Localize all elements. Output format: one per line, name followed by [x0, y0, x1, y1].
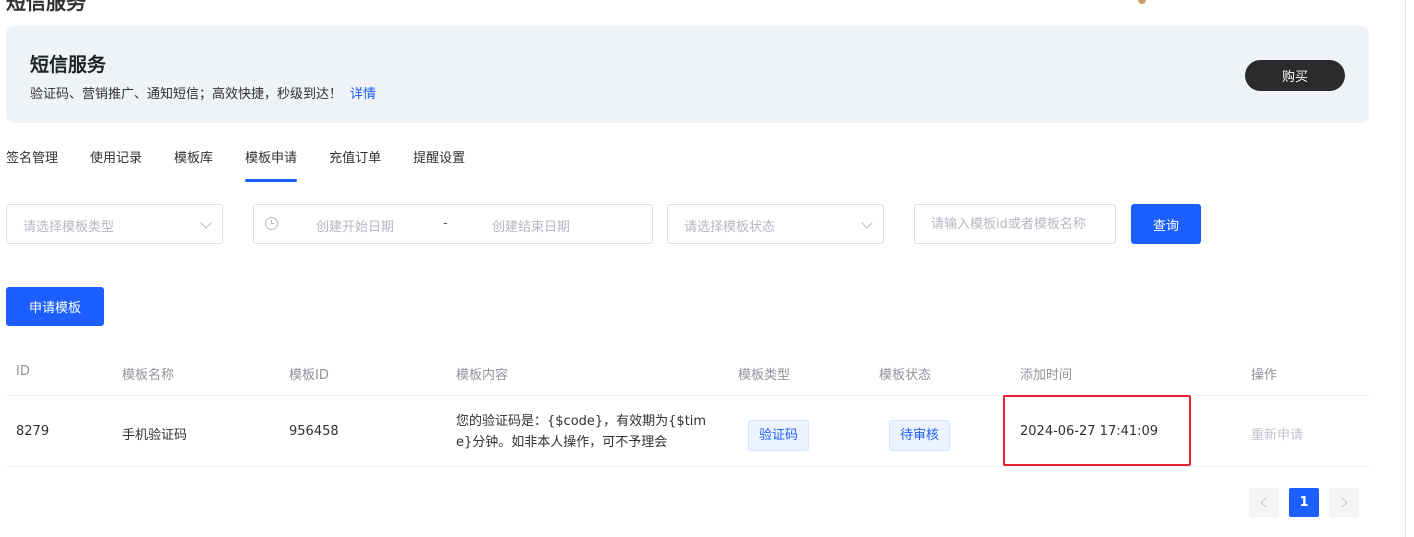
- chevron-down-icon: [200, 217, 212, 229]
- header-template-status: 模板状态: [879, 368, 932, 383]
- chevron-right-icon: [1337, 497, 1348, 508]
- header-added-time: 添加时间: [1020, 368, 1073, 383]
- prev-page-button[interactable]: [1249, 488, 1279, 517]
- template-table: ID 模板名称 模板ID 模板内容 模板类型 模板状态 添加时间 操作 8279…: [6, 350, 1369, 467]
- chevron-left-icon: [1260, 497, 1271, 508]
- details-link[interactable]: 详情: [350, 87, 376, 102]
- end-date-input[interactable]: 创建结束日期: [492, 216, 570, 235]
- header-template-name: 模板名称: [122, 368, 175, 383]
- tab-signature-management[interactable]: 签名管理: [6, 146, 58, 183]
- tab-usage-records[interactable]: 使用记录: [90, 146, 142, 183]
- banner-description: 验证码、营销推广、通知短信；高效快捷，秒级到达！ 详情: [30, 83, 376, 102]
- template-status-badge: 待审核: [889, 420, 951, 451]
- user-avatar-icon[interactable]: [1138, 0, 1146, 4]
- page-title: 短信服务: [6, 0, 86, 14]
- service-banner: 短信服务 验证码、营销推广、通知短信；高效快捷，秒级到达！ 详情 购买: [6, 26, 1369, 123]
- date-separator: -: [443, 216, 448, 231]
- table-header: ID 模板名称 模板ID 模板内容 模板类型 模板状态 添加时间 操作: [6, 350, 1369, 396]
- tab-template-application[interactable]: 模板申请: [245, 146, 298, 183]
- tab-template-library[interactable]: 模板库: [174, 146, 213, 183]
- query-button[interactable]: 查询: [1131, 204, 1201, 244]
- scrollbar-track[interactable]: [1405, 0, 1406, 537]
- apply-template-button[interactable]: 申请模板: [6, 287, 104, 326]
- cell-template-id: 956458: [289, 424, 339, 439]
- tab-bar: 签名管理 使用记录 模板库 模板申请 充值订单 提醒设置: [6, 146, 497, 183]
- cell-template-name: 手机验证码: [122, 428, 188, 443]
- cell-added-time: 2024-06-27 17:41:09: [1020, 424, 1159, 439]
- tab-reminder-settings[interactable]: 提醒设置: [413, 146, 465, 183]
- template-status-placeholder: 请选择模板状态: [684, 220, 776, 235]
- search-input[interactable]: [914, 204, 1116, 244]
- banner-title: 短信服务: [30, 54, 107, 76]
- template-type-badge: 验证码: [748, 420, 810, 451]
- header-template-type: 模板类型: [738, 368, 791, 383]
- header-template-id: 模板ID: [289, 368, 329, 383]
- cell-id: 8279: [16, 424, 50, 439]
- page-number-button[interactable]: 1: [1289, 488, 1319, 517]
- header-actions: 操作: [1251, 368, 1278, 383]
- template-status-select[interactable]: 请选择模板状态: [667, 204, 884, 244]
- buy-button[interactable]: 购买: [1245, 60, 1345, 91]
- header-template-content: 模板内容: [456, 368, 509, 383]
- date-range-picker[interactable]: 创建开始日期 - 创建结束日期: [253, 204, 653, 244]
- header-id: ID: [16, 364, 30, 379]
- cell-template-content: 您的验证码是：{$code}，有效期为{$time}分钟。如非本人操作，可不予理…: [456, 414, 707, 450]
- next-page-button[interactable]: [1329, 488, 1359, 517]
- reapply-link[interactable]: 重新申请: [1251, 424, 1303, 443]
- clock-icon: [265, 217, 278, 230]
- banner-description-text: 验证码、营销推广、通知短信；高效快捷，秒级到达！: [30, 87, 343, 102]
- tab-recharge-orders[interactable]: 充值订单: [329, 146, 381, 183]
- table-row: 8279 手机验证码 956458 您的验证码是：{$code}，有效期为{$t…: [6, 396, 1369, 467]
- template-type-select[interactable]: 请选择模板类型: [6, 204, 223, 244]
- chevron-down-icon: [861, 217, 873, 229]
- start-date-input[interactable]: 创建开始日期: [316, 216, 394, 235]
- template-type-placeholder: 请选择模板类型: [23, 220, 115, 235]
